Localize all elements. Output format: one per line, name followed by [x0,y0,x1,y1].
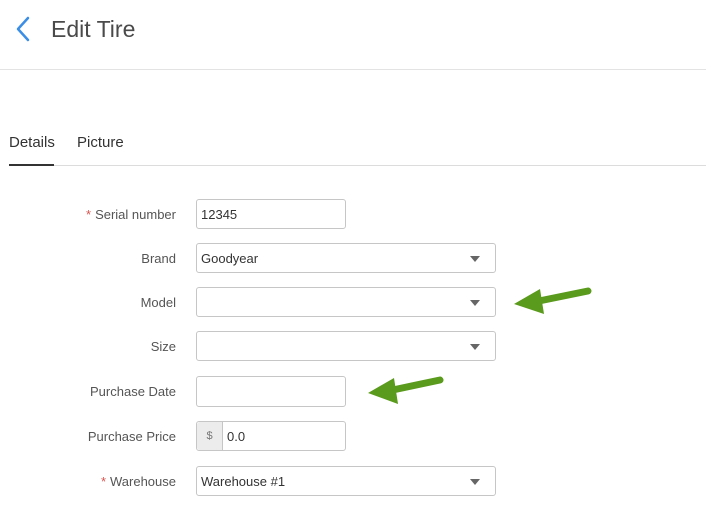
model-row: Model [0,287,706,319]
model-select[interactable] [196,287,496,317]
purchase-date-label: Purchase Date [90,384,176,399]
size-select[interactable] [196,331,496,361]
serial-number-label: * Serial number [86,207,176,222]
brand-value: Goodyear [201,251,259,266]
brand-row: Brand Goodyear [0,243,706,275]
purchase-price-label: Purchase Price [87,429,176,444]
warehouse-value: Warehouse #1 [201,474,286,489]
green-arrow-icon [368,376,444,404]
tab-picture[interactable]: Picture [77,128,124,164]
tab-details[interactable]: Details [9,128,55,166]
page-header: Edit Tire [0,0,706,70]
purchase-price-value: 0.0 [227,429,246,444]
chevron-left-icon [16,16,30,42]
back-button[interactable] [10,12,40,46]
size-label: Size [150,339,176,354]
caret-down-icon [470,300,480,306]
model-label: Model [140,295,176,310]
purchase-date-input[interactable] [196,376,346,407]
size-row: Size [0,331,706,363]
caret-down-icon [470,479,480,485]
currency-addon: $ [197,422,223,450]
brand-select[interactable]: Goodyear [196,243,496,273]
page-title: Edit Tire [51,16,136,42]
serial-number-row: * Serial number 12345 [0,199,706,231]
required-marker: * [86,207,92,222]
green-arrow-icon [514,287,592,314]
caret-down-icon [470,256,480,262]
purchase-date-row: Purchase Date [0,376,706,408]
tab-bar: Details Picture [9,128,706,166]
required-marker: * [100,474,106,489]
purchase-price-input[interactable]: $ 0.0 [196,421,346,451]
caret-down-icon [470,344,480,350]
purchase-price-row: Purchase Price $ 0.0 [0,421,706,453]
warehouse-label: * Warehouse [100,474,176,489]
serial-number-value: 12345 [201,207,238,222]
brand-label: Brand [141,251,176,266]
serial-number-input[interactable]: 12345 [196,199,346,229]
warehouse-select[interactable]: Warehouse #1 [196,466,496,496]
warehouse-row: * Warehouse Warehouse #1 [0,466,706,498]
